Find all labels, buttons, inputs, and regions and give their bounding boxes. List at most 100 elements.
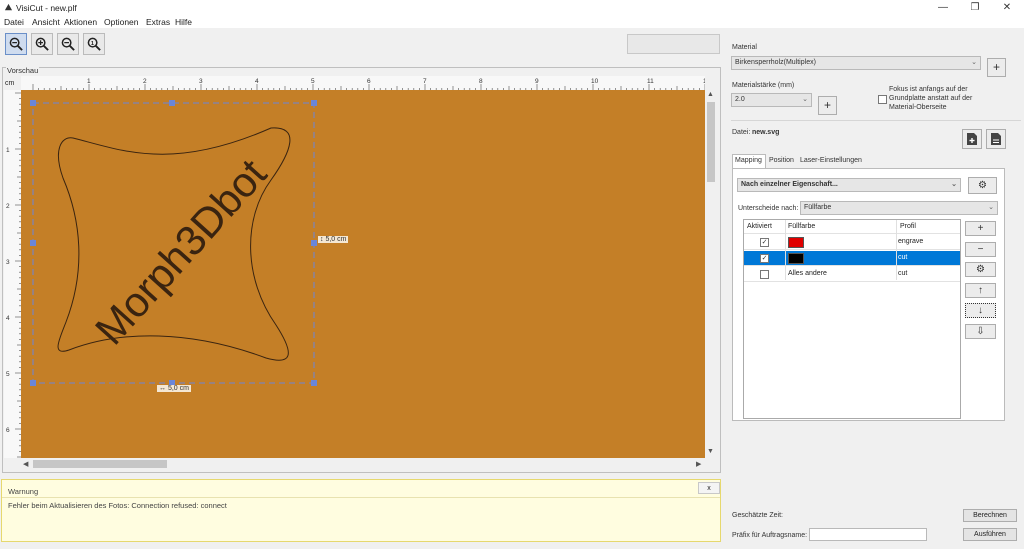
estimated-time-label: Geschätzte Zeit:: [732, 512, 783, 519]
thickness-select[interactable]: 2.0 ⌄: [731, 93, 812, 107]
ruler-left-ticks: 1 2 3 4 5 6: [6, 92, 21, 458]
ruler-left: 1 2 3 4 5 6: [4, 90, 21, 458]
zoom-reset-icon: 1: [87, 37, 101, 51]
ruler-x-label: 4: [255, 78, 259, 85]
width-dimension-label: ↔ 5,0 cm: [157, 385, 191, 392]
zoom-out-button[interactable]: [57, 33, 79, 55]
row-profile[interactable]: cut: [898, 270, 907, 277]
add-thickness-button[interactable]: +: [818, 96, 837, 115]
design-drawing: [30, 100, 317, 386]
job-prefix-input[interactable]: [809, 528, 927, 541]
scroll-down-icon[interactable]: ▼: [707, 448, 714, 455]
warning-divider: [2, 497, 720, 498]
ruler-y-label: 1: [6, 147, 10, 154]
row-enabled-checkbox[interactable]: [760, 270, 769, 279]
warning-close-button[interactable]: x: [698, 482, 720, 494]
file-properties-button[interactable]: [986, 129, 1006, 149]
settings-divider: [731, 120, 1021, 121]
zoom-fit-icon: [9, 37, 23, 51]
vertical-scroll-thumb[interactable]: [707, 102, 715, 182]
material-select[interactable]: Birkensperrholz(Multiplex) ⌄: [731, 56, 981, 70]
ruler-x-label: 6: [367, 78, 371, 85]
remove-row-button[interactable]: −: [965, 242, 996, 257]
mapping-mode-select[interactable]: Nach einzelner Eigenschaft... ⌄: [737, 178, 961, 192]
preview-vertical-scrollbar[interactable]: ▲ ▼: [705, 90, 717, 458]
table-row[interactable]: ✓ cut: [744, 251, 960, 266]
gear-icon: ⚙: [978, 180, 987, 191]
execute-button[interactable]: Ausführen: [963, 528, 1017, 541]
scroll-right-icon[interactable]: ▶: [696, 460, 701, 468]
tab-mapping[interactable]: Mapping: [735, 157, 762, 164]
chevron-down-icon: ⌄: [971, 59, 977, 66]
scroll-left-icon[interactable]: ◀: [23, 460, 28, 468]
calculate-button[interactable]: Berechnen: [963, 509, 1017, 522]
zoom-in-icon: [35, 37, 49, 51]
menu-ansicht[interactable]: Ansicht: [32, 17, 60, 27]
warning-panel: Warnung x Fehler beim Aktualisieren des …: [1, 479, 721, 542]
move-down-button[interactable]: ↓: [965, 303, 996, 318]
height-dimension-label: ↕ 5,0 cm: [318, 236, 349, 243]
focus-checkbox[interactable]: [878, 95, 887, 104]
add-row-button[interactable]: +: [965, 221, 996, 236]
add-material-button[interactable]: +: [987, 58, 1006, 77]
ruler-unit: cm: [5, 80, 15, 87]
ruler-x-label: 8: [479, 78, 483, 85]
table-row[interactable]: Alles andere cut: [744, 267, 960, 282]
preview-canvas[interactable]: Morph3Dbot ↕ 5,0 cm ↔ 5,0 cm: [21, 90, 705, 458]
save-mapping-button[interactable]: ⇩: [965, 324, 996, 339]
header-profile: Profil: [900, 223, 916, 230]
maximize-button[interactable]: ❐: [960, 0, 990, 16]
tab-position[interactable]: Position: [769, 157, 794, 164]
menu-aktionen[interactable]: Aktionen: [64, 17, 97, 27]
ruler-x-label: 12: [703, 78, 705, 85]
horizontal-scroll-thumb[interactable]: [33, 460, 167, 468]
material-select-value: Birkensperrholz(Multiplex): [735, 59, 816, 66]
ruler-y-label: 3: [6, 259, 10, 266]
file-icon: [991, 133, 1001, 145]
ruler-x-label: 3: [199, 78, 203, 85]
column-divider: [896, 220, 897, 280]
close-button[interactable]: ✕: [992, 0, 1022, 16]
gear-icon: ⚙: [976, 264, 985, 275]
job-prefix-label: Präfix für Auftragsname:: [732, 532, 808, 539]
row-enabled-checkbox[interactable]: ✓: [760, 238, 769, 247]
menu-optionen[interactable]: Optionen: [104, 17, 139, 27]
ruler-x-label: 7: [423, 78, 427, 85]
column-divider: [785, 220, 786, 280]
visicut-app-icon: [4, 3, 13, 11]
zoom-out-icon: [61, 37, 75, 51]
zoom-fit-button[interactable]: [5, 33, 27, 55]
minimize-button[interactable]: —: [928, 0, 958, 16]
header-fill-color: Füllfarbe: [788, 223, 816, 230]
row-profile[interactable]: cut: [898, 254, 907, 261]
chevron-down-icon: ⌄: [988, 204, 994, 211]
mapping-settings-button[interactable]: ⚙: [968, 177, 997, 194]
status-box: [627, 34, 720, 54]
ruler-x-label: 9: [535, 78, 539, 85]
row-profile[interactable]: engrave: [898, 238, 923, 245]
menu-extras[interactable]: Extras: [146, 17, 170, 27]
arrow-down-icon: ↓: [978, 305, 983, 316]
ruler-y-label: 2: [6, 203, 10, 210]
zoom-reset-button[interactable]: 1: [83, 33, 105, 55]
import-file-button[interactable]: [962, 129, 982, 149]
material-label: Material: [732, 44, 757, 51]
ruler-y-label: 4: [6, 315, 10, 322]
ruler-x-label: 10: [591, 78, 599, 85]
zoom-in-button[interactable]: [31, 33, 53, 55]
scroll-up-icon[interactable]: ▲: [707, 91, 714, 98]
menu-hilfe[interactable]: Hilfe: [175, 17, 192, 27]
ruler-x-label: 1: [87, 78, 91, 85]
distinguish-select[interactable]: Füllfarbe ⌄: [800, 201, 998, 215]
tab-laser-settings[interactable]: Laser-Einstellungen: [800, 157, 862, 164]
thickness-select-value: 2.0: [735, 96, 745, 103]
focus-text-line2: Grundplatte anstatt auf der: [889, 95, 973, 102]
preview-horizontal-scrollbar[interactable]: ◀ ▶: [21, 458, 705, 470]
table-row[interactable]: ✓ engrave: [744, 235, 960, 250]
menu-datei[interactable]: Datei: [4, 17, 24, 27]
move-up-button[interactable]: ↑: [965, 283, 996, 298]
row-settings-button[interactable]: ⚙: [965, 262, 996, 277]
thickness-label: Materialstärke (mm): [732, 82, 795, 89]
row-enabled-checkbox[interactable]: ✓: [760, 254, 769, 263]
table-header: Aktiviert Füllfarbe Profil: [744, 220, 960, 234]
